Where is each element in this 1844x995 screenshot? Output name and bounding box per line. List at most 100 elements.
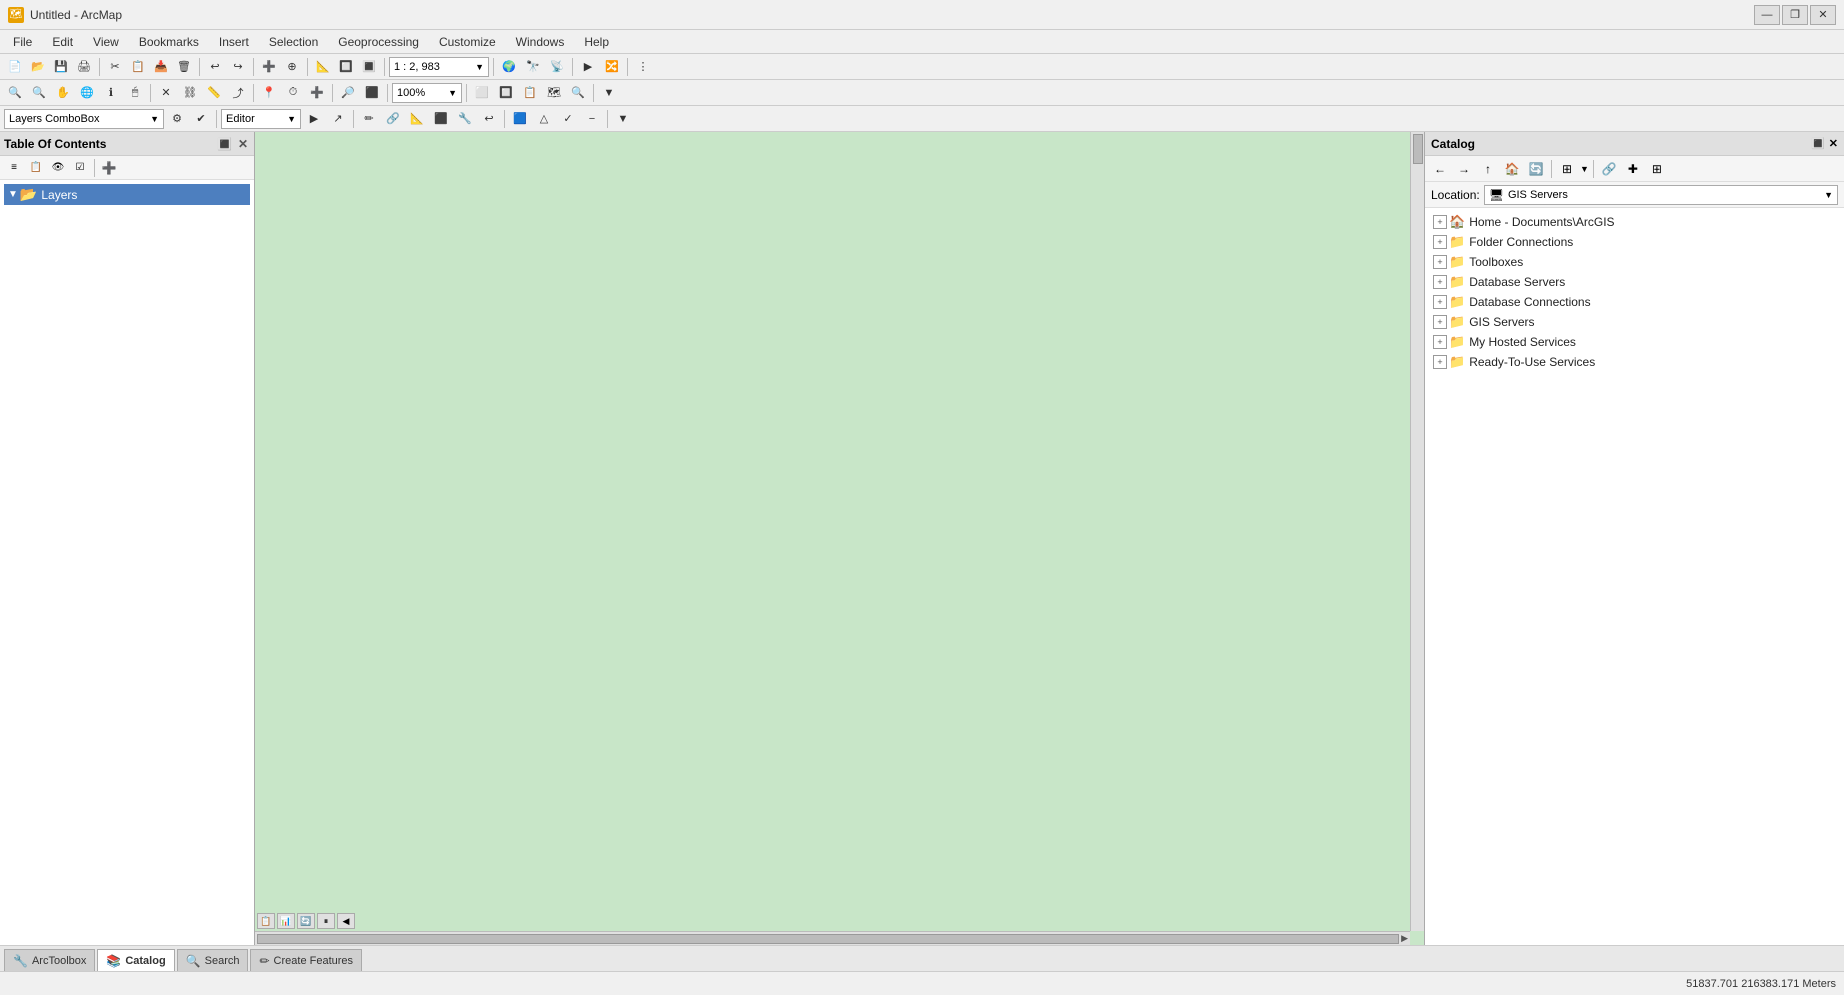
nav-data-btn[interactable]: 📊 — [277, 913, 295, 929]
tree-item-ready-to-use-services[interactable]: + 📁 Ready-To-Use Services — [1429, 352, 1840, 372]
tree-item-home[interactable]: + 🏠 Home - Documents\ArcGIS — [1429, 212, 1840, 232]
menu-edit[interactable]: Edit — [43, 32, 82, 52]
tab-catalog[interactable]: 📚 Catalog — [97, 949, 174, 971]
magnifier-btn[interactable]: 🔍 — [567, 83, 589, 103]
edit-vertices-btn[interactable]: ✏ — [358, 109, 380, 129]
menu-view[interactable]: View — [84, 32, 128, 52]
search-tool[interactable]: 🔎 — [337, 83, 359, 103]
save-btn[interactable]: 💾 — [50, 57, 72, 77]
layout-tools-btn[interactable]: ⬜ — [471, 83, 493, 103]
layout-view-btn[interactable]: 📋 — [519, 83, 541, 103]
add-data-btn[interactable]: ➕ — [306, 83, 328, 103]
toc-source-view-btn[interactable]: 📋 — [26, 159, 46, 177]
undo-btn[interactable]: ↩ — [204, 57, 226, 77]
h-scroll-thumb[interactable] — [257, 934, 1399, 944]
sketch-tool-btn[interactable]: ↗ — [327, 109, 349, 129]
editor-arrow[interactable]: ▼ — [287, 114, 296, 124]
nav-page-btn[interactable]: 📋 — [257, 913, 275, 929]
redo-btn[interactable]: ↪ — [227, 57, 249, 77]
toc-float-btn[interactable]: 🔳 — [215, 137, 234, 151]
layers-combobox[interactable]: Layers ComboBox ▼ — [4, 109, 164, 129]
more-btn[interactable]: ⋮ — [632, 57, 654, 77]
measure-tool[interactable]: 📏 — [203, 83, 225, 103]
zoom-in-tool[interactable]: 🔍 — [4, 83, 26, 103]
map-scrollbar-v[interactable] — [1410, 132, 1424, 931]
tree-expand-my-hosted-services[interactable]: + — [1433, 335, 1447, 349]
pan-tool[interactable]: ✋ — [52, 83, 74, 103]
toc-close-btn[interactable]: ✕ — [236, 137, 250, 151]
tab-search[interactable]: 🔍 Search — [177, 949, 249, 971]
catalog-properties-btn[interactable]: ⊞ — [1646, 159, 1668, 179]
minimize-button[interactable]: — — [1754, 5, 1780, 25]
catalog-home-btn[interactable]: 🏠 — [1501, 159, 1523, 179]
nav-pause-btn[interactable]: ⏸ — [317, 913, 335, 929]
map-canvas[interactable] — [255, 132, 1410, 931]
tree-expand-home[interactable]: + — [1433, 215, 1447, 229]
zoom-percent-arrow[interactable]: ▼ — [448, 88, 457, 98]
menu-windows[interactable]: Windows — [507, 32, 574, 52]
menu-insert[interactable]: Insert — [210, 32, 258, 52]
tree-item-toolboxes[interactable]: + 📁 Toolboxes — [1429, 252, 1840, 272]
shuffle-btn[interactable]: 🔀 — [601, 57, 623, 77]
tree-item-my-hosted-services[interactable]: + 📁 My Hosted Services — [1429, 332, 1840, 352]
reshape-btn[interactable]: 🔗 — [382, 109, 404, 129]
catalog-back-btn[interactable]: ← — [1429, 159, 1451, 179]
catalog-new-btn[interactable]: ✚ — [1622, 159, 1644, 179]
print-btn[interactable]: 🖨 — [73, 57, 95, 77]
tree-expand-folder-connections[interactable]: + — [1433, 235, 1447, 249]
split-btn[interactable]: 📐 — [406, 109, 428, 129]
tree-expand-toolboxes[interactable]: + — [1433, 255, 1447, 269]
map-scrollbar-h[interactable]: 📋 📊 🔄 ⏸ ◀ ▶ — [255, 931, 1410, 945]
close-button[interactable]: ✕ — [1810, 5, 1836, 25]
v-scroll-thumb[interactable] — [1413, 134, 1423, 164]
toc-add-data-btn[interactable]: ➕ — [99, 159, 119, 177]
toc-layers-expand[interactable]: ▼ — [8, 189, 18, 200]
data-view-btn[interactable]: 🔲 — [495, 83, 517, 103]
check-btn[interactable]: ✓ — [557, 109, 579, 129]
toc-layers-item[interactable]: ▼ 📂 Layers — [4, 184, 250, 205]
select-features-tool[interactable]: 🖱 — [124, 83, 146, 103]
attr-transfer-btn[interactable]: 🔧 — [454, 109, 476, 129]
pan-btn[interactable]: 🔲 — [335, 57, 357, 77]
merge-btn[interactable]: ⬛ — [430, 109, 452, 129]
zoom-percent-btn[interactable]: ⊕ — [281, 57, 303, 77]
map-area[interactable]: 📋 📊 🔄 ⏸ ◀ ▶ — [255, 132, 1424, 945]
undo-edit-btn[interactable]: ↩ — [478, 109, 500, 129]
find-route-tool[interactable]: ⤴ — [227, 83, 249, 103]
menu-selection[interactable]: Selection — [260, 32, 327, 52]
editor-settings-btn[interactable]: ⚙ — [166, 109, 188, 129]
time-slider-btn[interactable]: ⏱ — [282, 83, 304, 103]
menu-geoprocessing[interactable]: Geoprocessing — [329, 32, 428, 52]
extra-tools-btn[interactable]: ▼ — [598, 83, 620, 103]
toc-list-view-btn[interactable]: ≡ — [4, 159, 24, 177]
delete-btn[interactable]: 🗑 — [173, 57, 195, 77]
restore-button[interactable]: ❐ — [1782, 5, 1808, 25]
menu-bookmarks[interactable]: Bookmarks — [130, 32, 208, 52]
scale-dropdown-arrow[interactable]: ▼ — [475, 62, 484, 72]
catalog-view-arrow[interactable]: ▼ — [1580, 164, 1589, 174]
h-scroll-right[interactable]: ▶ — [1401, 933, 1408, 944]
hyperlink-tool[interactable]: ⛓ — [179, 83, 201, 103]
attribute-table-btn[interactable]: ⬛ — [361, 83, 383, 103]
tab-create-features[interactable]: ✏ Create Features — [250, 949, 362, 971]
menu-customize[interactable]: Customize — [430, 32, 505, 52]
tree-item-folder-connections[interactable]: + 📁 Folder Connections — [1429, 232, 1840, 252]
minus-btn[interactable]: − — [581, 109, 603, 129]
tab-arctoolbox[interactable]: 🔧 ArcToolbox — [4, 949, 95, 971]
editor-verify-btn[interactable]: ✔ — [190, 109, 212, 129]
bookmark-btn[interactable]: 📡 — [546, 57, 568, 77]
new-btn[interactable]: 📄 — [4, 57, 26, 77]
nav-prev-btn[interactable]: ◀ — [337, 913, 355, 929]
clear-selection-tool[interactable]: ✕ — [155, 83, 177, 103]
catalog-connect-btn[interactable]: 🔗 — [1598, 159, 1620, 179]
polygon-tool-btn[interactable]: △ — [533, 109, 555, 129]
zoom-in-btn[interactable]: ➕ — [258, 57, 280, 77]
tree-expand-database-servers[interactable]: + — [1433, 275, 1447, 289]
paste-btn[interactable]: 📥 — [150, 57, 172, 77]
catalog-float-btn[interactable]: 🔳 — [1811, 137, 1825, 150]
select-btn[interactable]: 🔳 — [358, 57, 380, 77]
cut-btn[interactable]: ✂ — [104, 57, 126, 77]
catalog-up-btn[interactable]: ↑ — [1477, 159, 1499, 179]
rectangle-tool-btn[interactable]: 🟦 — [509, 109, 531, 129]
goto-xy-btn[interactable]: 📍 — [258, 83, 280, 103]
